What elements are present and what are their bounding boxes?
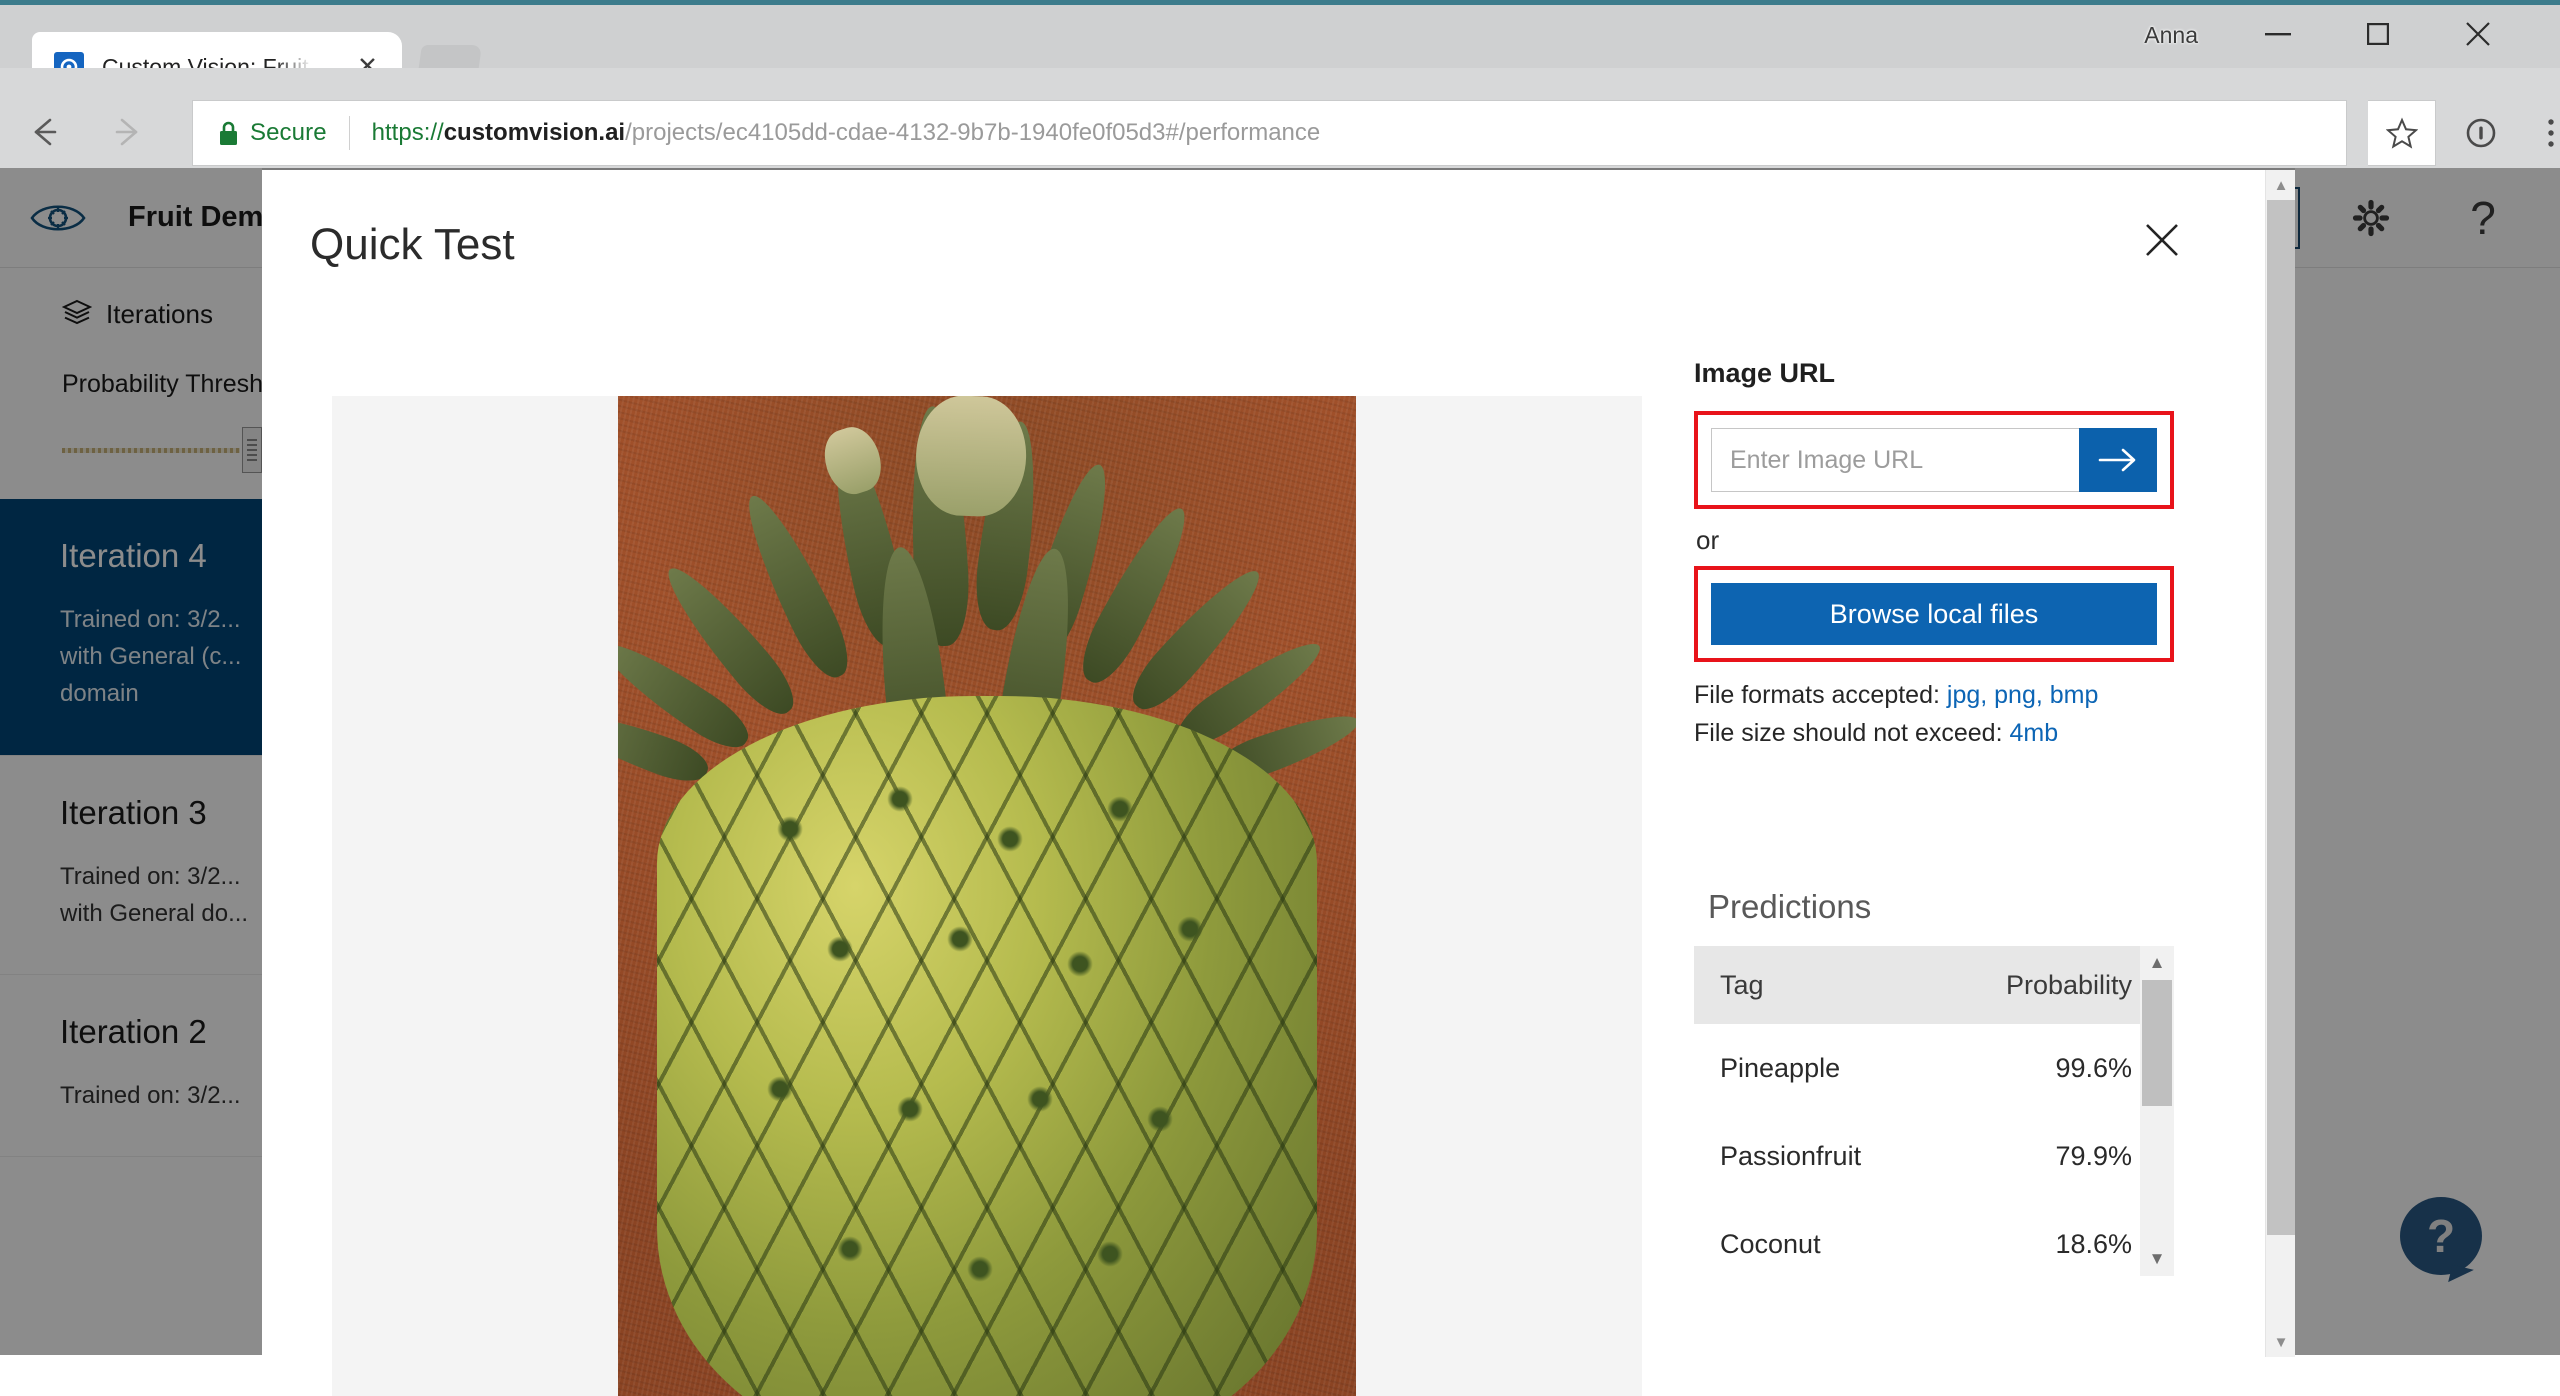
lock-icon	[218, 120, 239, 146]
scroll-down-icon[interactable]: ▼	[2266, 1327, 2296, 1357]
url-scheme: https://	[371, 119, 444, 146]
scroll-up-icon[interactable]: ▲	[2140, 946, 2174, 980]
iteration-title: Iteration 3	[60, 793, 207, 831]
iteration-subtitle-line1: Trained on: 3/2...	[60, 606, 241, 633]
window-maximize-button[interactable]	[2346, 10, 2410, 58]
url-host: customvision.ai	[443, 119, 626, 146]
iteration-subtitle: Trained on: 3/2... with General (c... do…	[60, 601, 262, 713]
iteration-subtitle: Trained on: 3/2... with General do...	[60, 858, 262, 932]
browser-menu-icon[interactable]	[2522, 104, 2560, 162]
table-row: Coconut 18.6%	[1694, 1200, 2140, 1288]
predictions-title: Predictions	[1708, 888, 1872, 925]
pineapple-body	[657, 696, 1317, 1396]
prediction-tag: Pineapple	[1720, 1052, 1841, 1083]
scroll-down-icon[interactable]: ▼	[2140, 1242, 2174, 1276]
window-minimize-button[interactable]	[2246, 10, 2310, 58]
dialog-scrollbar[interactable]: ▲ ▼	[2265, 170, 2295, 1357]
quick-test-dialog: Quick Test Image URL Enter Image URL or …	[262, 168, 2295, 1396]
profile-info-icon[interactable]	[2452, 104, 2510, 162]
address-bar-url: https://customvision.ai/projects/ec4105d…	[372, 119, 1321, 147]
scrollbar-thumb[interactable]	[2267, 200, 2295, 1235]
predictions-panel: Predictions Tag Probability Pineapple 99…	[1694, 888, 2174, 1308]
help-icon[interactable]: ?	[2448, 183, 2518, 253]
sidebar-item-iterations[interactable]: Iterations	[0, 268, 262, 360]
sidebar: Iterations Probability Threshold Iterati…	[0, 268, 297, 1355]
predictions-table-header: Tag Probability	[1694, 946, 2140, 1024]
image-url-input[interactable]: Enter Image URL	[1711, 428, 2079, 492]
window-user-label: Anna	[2144, 22, 2198, 48]
close-icon[interactable]	[2134, 212, 2190, 268]
omnibox-divider	[348, 116, 350, 150]
file-formats-note: File formats accepted: jpg, png, bmp	[1694, 678, 2174, 714]
scrollbar-thumb[interactable]	[2142, 980, 2172, 1106]
custom-vision-eye-icon	[30, 200, 86, 236]
or-label: or	[1696, 525, 1720, 555]
iteration-subtitle-line2: with General do...	[60, 899, 249, 927]
iteration-card-3[interactable]: Iteration 3 Trained on: 3/2... with Gene…	[0, 756, 262, 975]
browser-title-bar: Custom Vision: Fruit Dem ✕ Anna	[0, 0, 2560, 102]
file-size-prefix: File size should not exceed:	[1694, 718, 2010, 747]
file-size-value[interactable]: 4mb	[2009, 719, 2058, 747]
probability-threshold-slider[interactable]	[62, 427, 262, 473]
layers-icon	[61, 299, 93, 330]
column-header-probability: Probability	[2005, 969, 2132, 1000]
iteration-card-2[interactable]: Iteration 2 Trained on: 3/2...	[0, 975, 262, 1158]
prediction-probability: 18.6%	[2055, 1228, 2132, 1259]
prediction-tag: Coconut	[1720, 1228, 1821, 1259]
prediction-tag: Passionfruit	[1720, 1140, 1862, 1171]
iteration-subtitle-line2: with General (c...	[60, 643, 242, 671]
forward-button[interactable]	[92, 97, 162, 167]
iteration-subtitle-line3: domain	[60, 680, 139, 708]
file-size-note: File size should not exceed: 4mb	[1694, 716, 2174, 752]
slider-thumb[interactable]	[242, 427, 262, 473]
iteration-card-4[interactable]: Iteration 4 Trained on: 3/2... with Gene…	[0, 499, 262, 756]
image-url-highlight: Enter Image URL	[1694, 411, 2174, 509]
file-formats-prefix: File formats accepted:	[1694, 681, 1947, 709]
url-path: /projects/ec4105dd-cdae-4132-9b7b-1940fe…	[625, 119, 1321, 146]
window-close-button[interactable]	[2446, 10, 2510, 58]
page-title: Fruit Demo	[128, 201, 282, 233]
dialog-body: Image URL Enter Image URL or Browse loca…	[262, 320, 2265, 1396]
slider-track	[62, 447, 241, 453]
help-icon-glyph: ?	[2470, 192, 2496, 244]
address-bar[interactable]: Secure https://customvision.ai/projects/…	[192, 100, 2347, 166]
back-button[interactable]	[10, 97, 80, 167]
predictions-table: Tag Probability Pineapple 99.6% Passionf…	[1694, 946, 2140, 1288]
submit-url-button[interactable]	[2079, 428, 2157, 492]
predictions-scroll-area: Tag Probability Pineapple 99.6% Passionf…	[1694, 946, 2174, 1276]
browse-highlight: Browse local files	[1694, 566, 2174, 662]
gear-icon[interactable]	[2336, 183, 2406, 253]
iteration-subtitle-line1: Trained on: 3/2...	[60, 1081, 241, 1109]
iteration-title: Iteration 4	[60, 537, 207, 574]
predictions-scrollbar[interactable]: ▲ ▼	[2140, 946, 2174, 1276]
dialog-title: Quick Test	[310, 220, 515, 269]
pineapple-scales	[657, 696, 1317, 1396]
bookmark-star-icon[interactable]	[2368, 100, 2436, 166]
probability-threshold-label: Probability Threshold	[62, 370, 297, 398]
scroll-up-icon[interactable]: ▲	[2266, 170, 2296, 200]
pineapple-photo	[618, 396, 1356, 1396]
window-accent-line	[0, 0, 2560, 5]
secure-label: Secure	[250, 119, 327, 146]
probability-threshold-section: Probability Threshold	[0, 360, 297, 499]
help-bubble-glyph: ?	[2426, 1210, 2456, 1262]
table-row: Passionfruit 79.9%	[1694, 1112, 2140, 1200]
help-bubble-button[interactable]: ?	[2400, 1197, 2482, 1275]
image-url-label: Image URL	[1694, 358, 1836, 388]
column-header-tag: Tag	[1720, 969, 1764, 1000]
browser-window: Custom Vision: Fruit Dem ✕ Anna	[0, 0, 2560, 1396]
iteration-title: Iteration 2	[60, 1012, 207, 1050]
image-url-row: Enter Image URL	[1711, 428, 2157, 492]
quick-test-controls: Image URL Enter Image URL or Browse loca…	[1694, 358, 2174, 1355]
iteration-subtitle-line1: Trained on: 3/2...	[60, 862, 241, 890]
table-row: Pineapple 99.6%	[1694, 1024, 2140, 1112]
file-formats-value[interactable]: jpg, png, bmp	[1947, 681, 2099, 709]
test-image-preview	[332, 396, 1642, 1396]
prediction-probability: 99.6%	[2055, 1052, 2132, 1083]
prediction-probability: 79.9%	[2055, 1140, 2132, 1171]
iteration-subtitle: Trained on: 3/2...	[60, 1077, 262, 1114]
sidebar-item-label: Iterations	[106, 298, 213, 329]
browse-local-files-button[interactable]: Browse local files	[1711, 583, 2157, 645]
